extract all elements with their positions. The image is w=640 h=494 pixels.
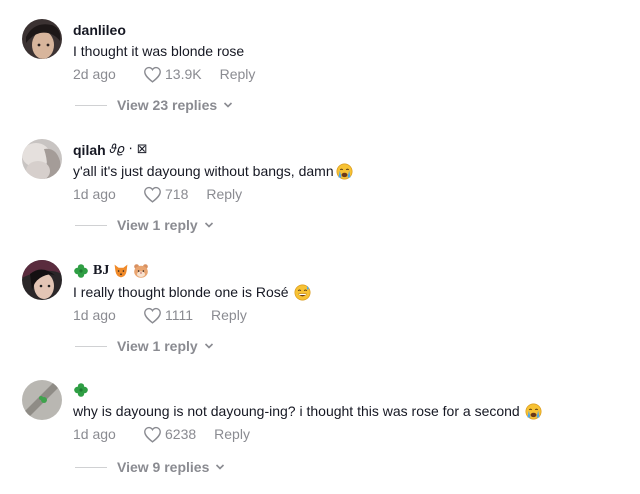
fox-face-icon xyxy=(113,263,129,279)
username-text[interactable]: BJ xyxy=(93,262,109,280)
divider-line xyxy=(75,345,107,347)
username[interactable]: qilah 𝜗𝜚 ⋅ ⊠ xyxy=(73,141,630,159)
comment-meta: 1d ago 6238 Reply xyxy=(73,424,630,444)
comment-text: I really thought blonde one is Rosé xyxy=(73,283,630,302)
view-replies-button[interactable]: View 23 replies xyxy=(75,97,233,113)
like-count: 13.9K xyxy=(165,66,202,82)
username-text[interactable]: danlileo xyxy=(73,21,126,39)
comment-meta: 1d ago 1111 Reply xyxy=(73,305,630,325)
comment-meta: 1d ago 718 Reply xyxy=(73,184,630,204)
avatar[interactable] xyxy=(22,139,62,179)
like-button[interactable]: 13.9K xyxy=(143,66,202,83)
like-button[interactable]: 1111 xyxy=(143,307,193,324)
avatar[interactable] xyxy=(22,19,62,59)
reply-button[interactable]: Reply xyxy=(206,186,242,202)
chevron-down-icon xyxy=(215,463,225,471)
comment-text-body: I thought it was blonde rose xyxy=(73,43,245,59)
comment-age: 2d ago xyxy=(73,66,116,82)
heart-outline-icon[interactable] xyxy=(143,186,162,203)
view-replies-button[interactable]: View 9 replies xyxy=(75,459,225,475)
comment-text: I thought it was blonde rose xyxy=(73,42,630,61)
comment-age: 1d ago xyxy=(73,426,116,442)
reply-button[interactable]: Reply xyxy=(214,426,250,442)
sweat-smile-emoji-icon xyxy=(294,284,311,301)
divider-line xyxy=(75,466,107,468)
avatar[interactable] xyxy=(22,260,62,300)
username-text[interactable]: qilah xyxy=(73,141,106,159)
comment-text: y'all it's just dayoung without bangs, d… xyxy=(73,162,630,181)
like-count: 6238 xyxy=(165,426,197,442)
username-extra: 𝜗𝜚 ⋅ ⊠ xyxy=(109,142,148,157)
crying-face-emoji-icon xyxy=(336,163,353,180)
comment-text-body: why is dayoung is not dayoung-ing? i tho… xyxy=(73,403,520,419)
comment-text: why is dayoung is not dayoung-ing? i tho… xyxy=(73,402,630,421)
four-leaf-clover-icon xyxy=(73,263,89,279)
comment-age: 1d ago xyxy=(73,186,116,202)
view-replies-button[interactable]: View 1 reply xyxy=(75,338,214,354)
like-button[interactable]: 718 xyxy=(143,186,188,203)
view-replies-label: View 9 replies xyxy=(117,459,210,475)
username[interactable] xyxy=(73,381,630,399)
heart-outline-icon[interactable] xyxy=(143,426,162,443)
crying-face-emoji-icon xyxy=(525,403,542,420)
chevron-down-icon xyxy=(204,221,214,229)
comment-text-body: I really thought blonde one is Rosé xyxy=(73,284,289,300)
reply-button[interactable]: Reply xyxy=(211,307,247,323)
four-leaf-clover-icon xyxy=(73,382,89,398)
view-replies-label: View 1 reply xyxy=(117,338,198,354)
like-count: 718 xyxy=(165,186,189,202)
avatar[interactable] xyxy=(22,380,62,420)
like-count: 1111 xyxy=(165,307,194,323)
reply-button[interactable]: Reply xyxy=(220,66,256,82)
view-replies-button[interactable]: View 1 reply xyxy=(75,217,214,233)
divider-line xyxy=(75,224,107,226)
chevron-down-icon xyxy=(204,342,214,350)
heart-outline-icon[interactable] xyxy=(143,307,162,324)
comment-meta: 2d ago 13.9K Reply xyxy=(73,64,630,84)
comment-age: 1d ago xyxy=(73,307,116,323)
divider-line xyxy=(75,104,107,106)
chevron-down-icon xyxy=(223,101,233,109)
view-replies-label: View 23 replies xyxy=(117,97,218,113)
view-replies-label: View 1 reply xyxy=(117,217,198,233)
heart-outline-icon[interactable] xyxy=(143,66,162,83)
username[interactable]: danlileo xyxy=(73,21,630,39)
username[interactable]: BJ xyxy=(73,262,630,280)
like-button[interactable]: 6238 xyxy=(143,426,196,443)
hamster-face-icon xyxy=(133,263,149,279)
comment-text-body: y'all it's just dayoung without bangs, d… xyxy=(73,163,334,179)
